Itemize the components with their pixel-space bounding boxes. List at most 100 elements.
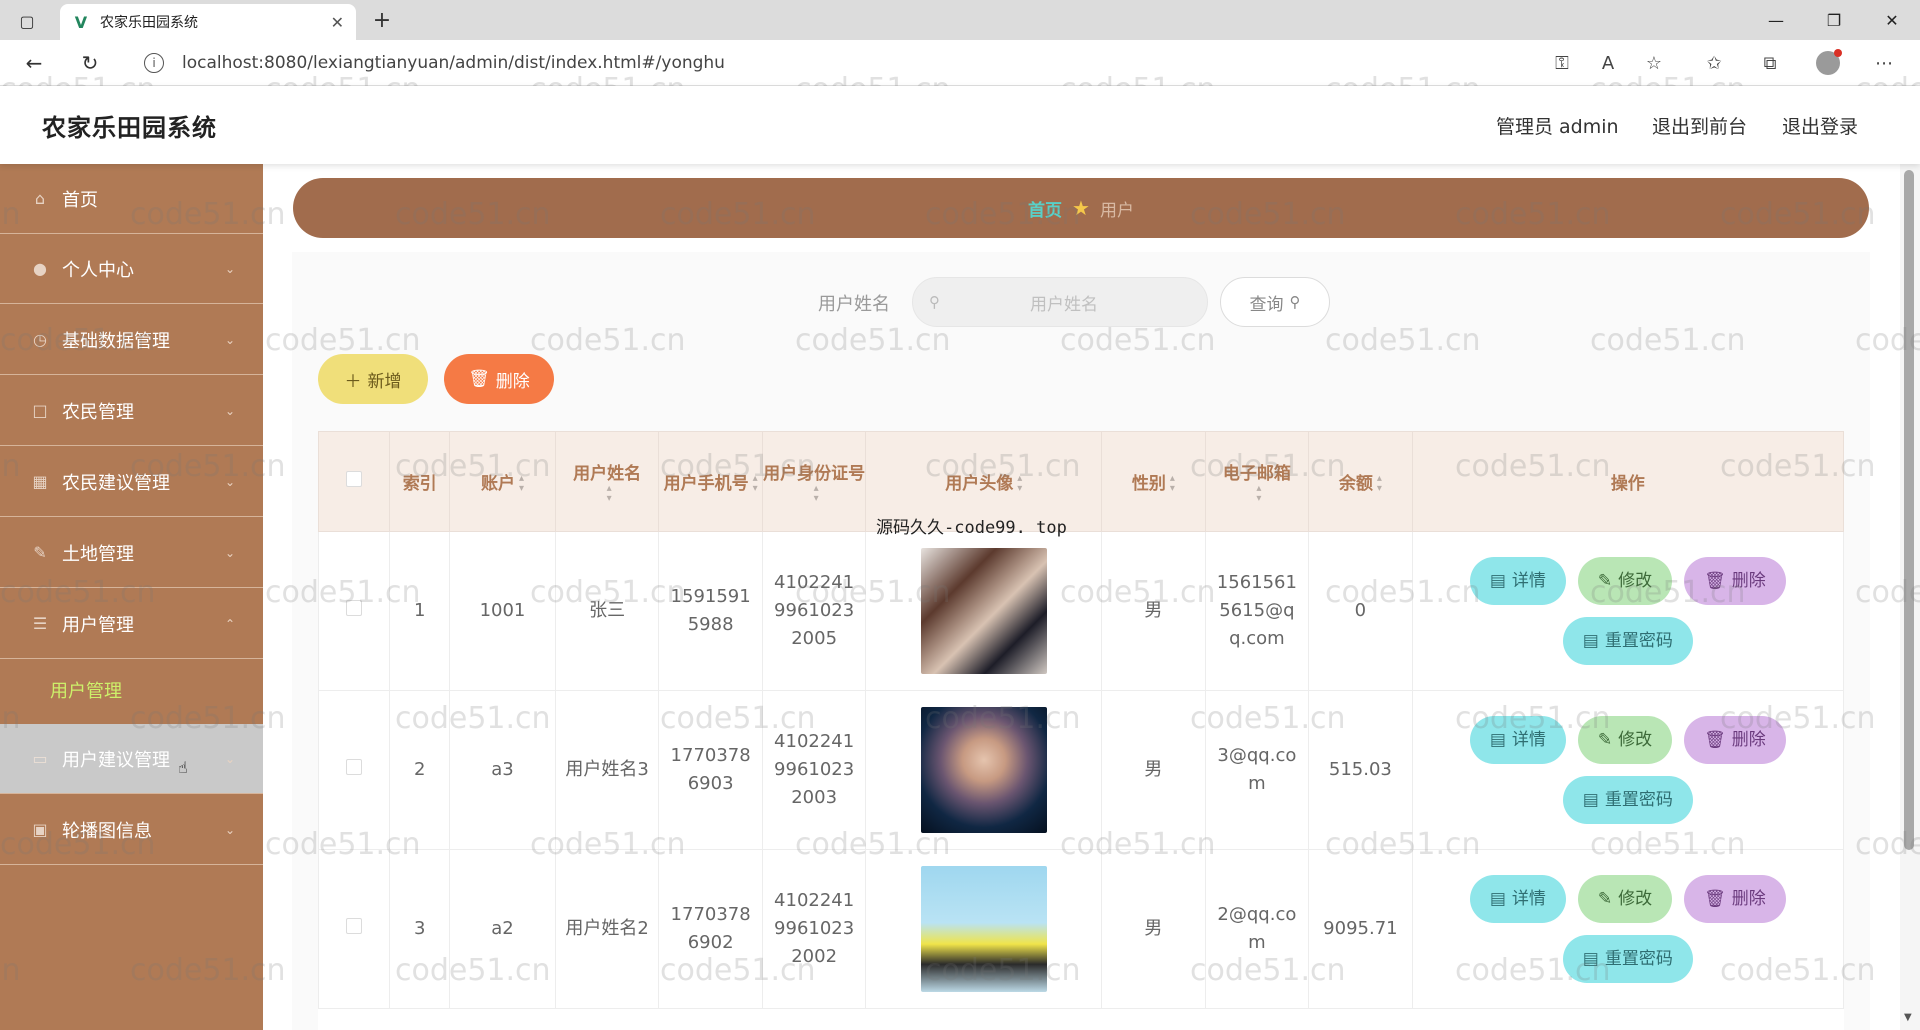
cell-ops: ▤ 详情 ✎ 修改 🗑 删除 ▤ 重置密码 [1411, 690, 1844, 850]
edit-button[interactable]: ✎ 修改 [1577, 875, 1673, 923]
more-menu-icon[interactable]: ⋯ [1870, 49, 1898, 77]
avatar-image [920, 707, 1047, 833]
query-button[interactable]: 查询 ⚲ [1220, 277, 1330, 327]
pencil-icon: ✎ [1597, 888, 1613, 909]
sidebar-item-basic-data[interactable]: ◷ 基础数据管理 ⌄ [0, 305, 263, 375]
reset-password-button[interactable]: ▤ 重置密码 [1562, 617, 1693, 665]
cell-avatar [865, 690, 1103, 850]
edit-button[interactable]: ✎ 修改 [1577, 557, 1673, 605]
search-icon: ⚲ [929, 293, 940, 311]
cell-balance: 515.03 [1308, 690, 1413, 850]
key-icon[interactable]: ⚿ [1548, 49, 1576, 77]
url-field[interactable]: i localhost:8080/lexiangtianyuan/admin/d… [130, 46, 1670, 80]
reset-label: 重置密码 [1604, 948, 1673, 969]
sort-icon[interactable]: ▴ ▾ [1170, 474, 1175, 494]
app-title: 农家乐田园系统 [42, 114, 217, 142]
add-favorite-icon[interactable]: ☆ [1640, 49, 1668, 77]
select-all-checkbox[interactable] [346, 471, 363, 487]
col-gender-label: 性别 [1131, 474, 1166, 494]
col-gender[interactable]: 性别 ▴ ▾ [1101, 431, 1206, 532]
tab-actions-icon[interactable]: ▢ [14, 8, 40, 34]
avatar-image [920, 866, 1047, 992]
sort-icon[interactable]: ▴ ▾ [519, 474, 524, 494]
maximize-icon[interactable]: ❐ [1806, 0, 1862, 40]
cell-index: 3 [389, 849, 451, 1009]
cell-account: a2 [449, 849, 556, 1009]
detail-button[interactable]: ▤ 详情 [1469, 557, 1566, 605]
sidebar-item-label: 用户建议管理 [62, 749, 170, 771]
browser-tab[interactable]: V 农家乐田园系统 ✕ [60, 4, 356, 40]
sort-icon[interactable]: ▴ ▾ [753, 474, 758, 494]
sort-icon[interactable]: ▴ ▾ [1377, 474, 1382, 494]
submenu-item-users[interactable]: 用户管理 [0, 660, 263, 720]
add-button[interactable]: ＋ 新增 [318, 354, 428, 404]
read-aloud-icon[interactable]: A [1594, 49, 1622, 77]
pencil-icon: ✎ [1597, 570, 1613, 591]
row-checkbox-cell[interactable] [318, 849, 391, 1009]
scrollbar-thumb[interactable] [1904, 170, 1914, 850]
site-info-icon[interactable]: i [144, 53, 164, 73]
sidebar-item-farmers[interactable]: □ 农民管理 ⌄ [0, 376, 263, 446]
back-icon[interactable]: ← [20, 49, 48, 77]
sort-icon[interactable]: ▴ ▾ [1256, 484, 1261, 504]
sidebar-item-user-suggestions[interactable]: ▭ 用户建议管理 ⌄ [0, 724, 263, 794]
hand-cursor-icon: ☝ [178, 758, 188, 777]
cell-name: 张三 [554, 531, 660, 691]
front-link[interactable]: 退出到前台 [1652, 112, 1747, 139]
sidebar-item-profile[interactable]: ● 个人中心 ⌄ [0, 234, 263, 304]
cell-ops: ▤ 详情 ✎ 修改 🗑 删除 ▤ 重置密码 [1411, 849, 1844, 1009]
logout-link[interactable]: 退出登录 [1782, 112, 1858, 139]
minimize-icon[interactable]: — [1748, 0, 1804, 40]
sidebar-item-carousel[interactable]: ▣ 轮播图信息 ⌄ [0, 795, 263, 865]
search-input[interactable]: ⚲ 用户姓名 [912, 277, 1208, 327]
vue-logo-icon: V [74, 12, 88, 32]
address-bar: ← ↻ i localhost:8080/lexiangtianyuan/adm… [0, 40, 1920, 86]
row-checkbox[interactable] [346, 918, 363, 935]
cell-email: 15615615615@qq.com [1204, 531, 1310, 691]
sidebar-item-home[interactable]: ⌂ 首页 [0, 164, 263, 234]
breadcrumb: 首页 ★ 用户 [293, 178, 1869, 238]
chevron-down-icon: ⌄ [224, 261, 235, 276]
row-checkbox[interactable] [346, 600, 363, 617]
reset-password-button[interactable]: ▤ 重置密码 [1562, 935, 1693, 983]
cell-phone: 15915915988 [658, 531, 763, 691]
breadcrumb-home[interactable]: 首页 [1028, 196, 1062, 221]
submenu-item-label: 用户管理 [50, 681, 122, 702]
delete-button[interactable]: 🗑 删除 [1684, 557, 1786, 605]
select-all-header[interactable] [318, 431, 391, 532]
profile-icon[interactable] [1814, 49, 1842, 77]
close-tab-icon[interactable]: ✕ [331, 13, 344, 32]
col-balance[interactable]: 余额 ▴ ▾ [1308, 431, 1413, 532]
sort-icon[interactable]: ▴ ▾ [814, 484, 819, 504]
row-checkbox-cell[interactable] [318, 690, 391, 850]
col-id-card[interactable]: 用户身份证号▴ ▾ [761, 431, 867, 532]
sort-icon[interactable]: ▴ ▾ [607, 484, 612, 504]
reset-password-button[interactable]: ▤ 重置密码 [1562, 776, 1693, 824]
col-name[interactable]: 用户姓名 ▴ ▾ [554, 431, 660, 532]
sidebar-item-farmer-suggestions[interactable]: ▦ 农民建议管理 ⌄ [0, 447, 263, 517]
delete-button[interactable]: 🗑 删除 [1684, 875, 1786, 923]
col-account[interactable]: 账户 ▴ ▾ [449, 431, 556, 532]
batch-delete-button[interactable]: 🗑 删除 [444, 354, 554, 404]
detail-button[interactable]: ▤ 详情 [1469, 716, 1566, 764]
close-window-icon[interactable]: ✕ [1864, 0, 1920, 40]
row-checkbox-cell[interactable] [318, 531, 391, 691]
scroll-down-arrow-icon[interactable]: ▼ [1904, 1012, 1912, 1023]
row-checkbox[interactable] [346, 759, 363, 776]
trash-icon: 🗑 [1704, 729, 1726, 750]
col-balance-label: 余额 [1338, 474, 1373, 494]
chevron-down-icon: ⌄ [224, 751, 235, 766]
new-tab-button[interactable]: + [368, 6, 396, 34]
refresh-icon[interactable]: ↻ [76, 49, 104, 77]
sort-icon[interactable]: ▴ ▾ [1017, 474, 1022, 494]
cell-account: 1001 [449, 531, 556, 691]
favorites-icon[interactable]: ✩ [1700, 49, 1728, 77]
col-phone[interactable]: 用户手机号 ▴ ▾ [658, 431, 763, 532]
collections-icon[interactable]: ⧉ [1756, 49, 1784, 77]
sidebar-item-users[interactable]: ☰ 用户管理 ⌃ [0, 589, 263, 659]
delete-button[interactable]: 🗑 删除 [1684, 716, 1786, 764]
detail-button[interactable]: ▤ 详情 [1469, 875, 1566, 923]
col-email[interactable]: 电子邮箱 ▴ ▾ [1204, 431, 1310, 532]
sidebar-item-land[interactable]: ✎ 土地管理 ⌄ [0, 518, 263, 588]
edit-button[interactable]: ✎ 修改 [1577, 716, 1673, 764]
